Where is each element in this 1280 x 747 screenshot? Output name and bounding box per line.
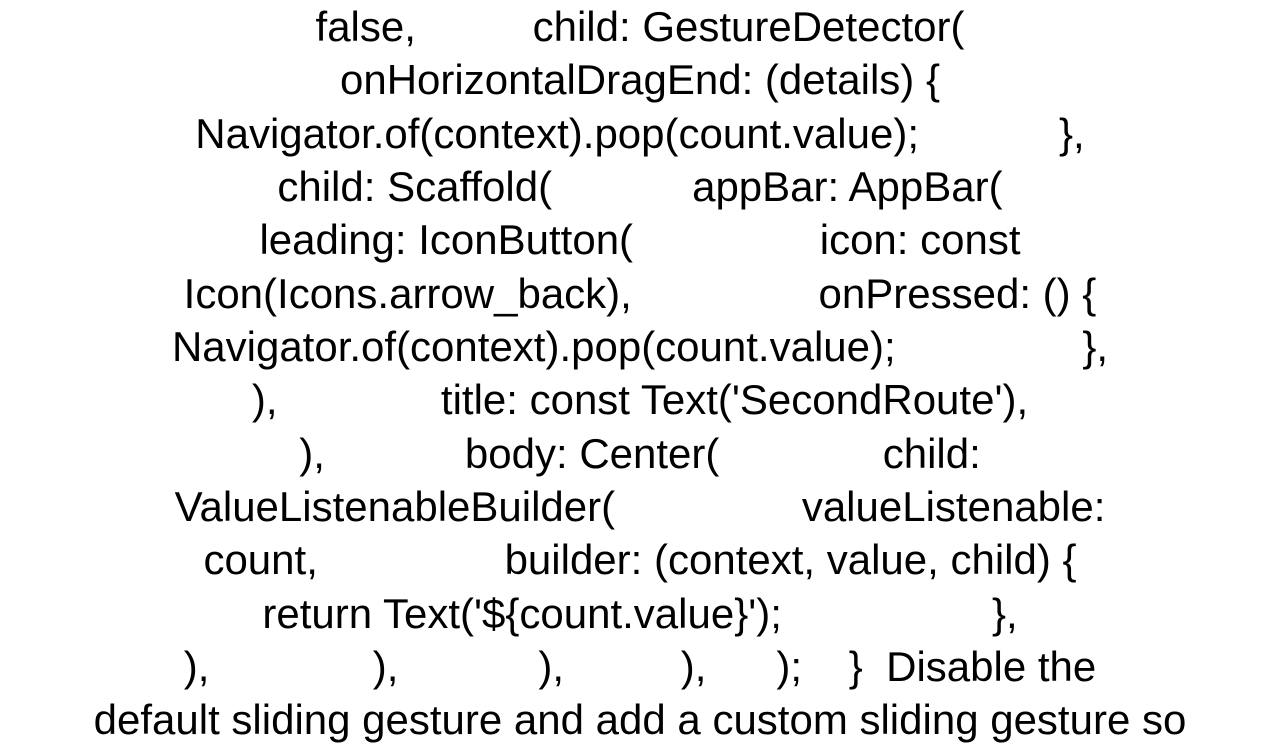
- line-9: ValueListenableBuilder( valueListenable:: [175, 483, 1106, 530]
- line-4: leading: IconButton( icon: const: [259, 216, 1020, 263]
- line-1: onHorizontalDragEnd: (details) {: [340, 56, 940, 103]
- line-5: Icon(Icons.arrow_back), onPressed: () {: [184, 270, 1097, 317]
- line-8: ), body: Center( child:: [299, 430, 981, 477]
- line-0: false, child: GestureDetector(: [316, 3, 965, 50]
- line-2: Navigator.of(context).pop(count.value); …: [195, 110, 1084, 157]
- line-7: ), title: const Text('SecondRoute'),: [252, 376, 1028, 423]
- line-12: ), ), ), ), ); } Disable the: [184, 643, 1097, 690]
- code-text-block: false, child: GestureDetector( onHorizon…: [0, 0, 1280, 720]
- line-6: Navigator.of(context).pop(count.value); …: [172, 323, 1108, 370]
- line-11: return Text('${count.value}'); },: [262, 590, 1017, 637]
- line-10: count, builder: (context, value, child) …: [203, 536, 1076, 583]
- line-3: child: Scaffold( appBar: AppBar(: [277, 163, 1002, 210]
